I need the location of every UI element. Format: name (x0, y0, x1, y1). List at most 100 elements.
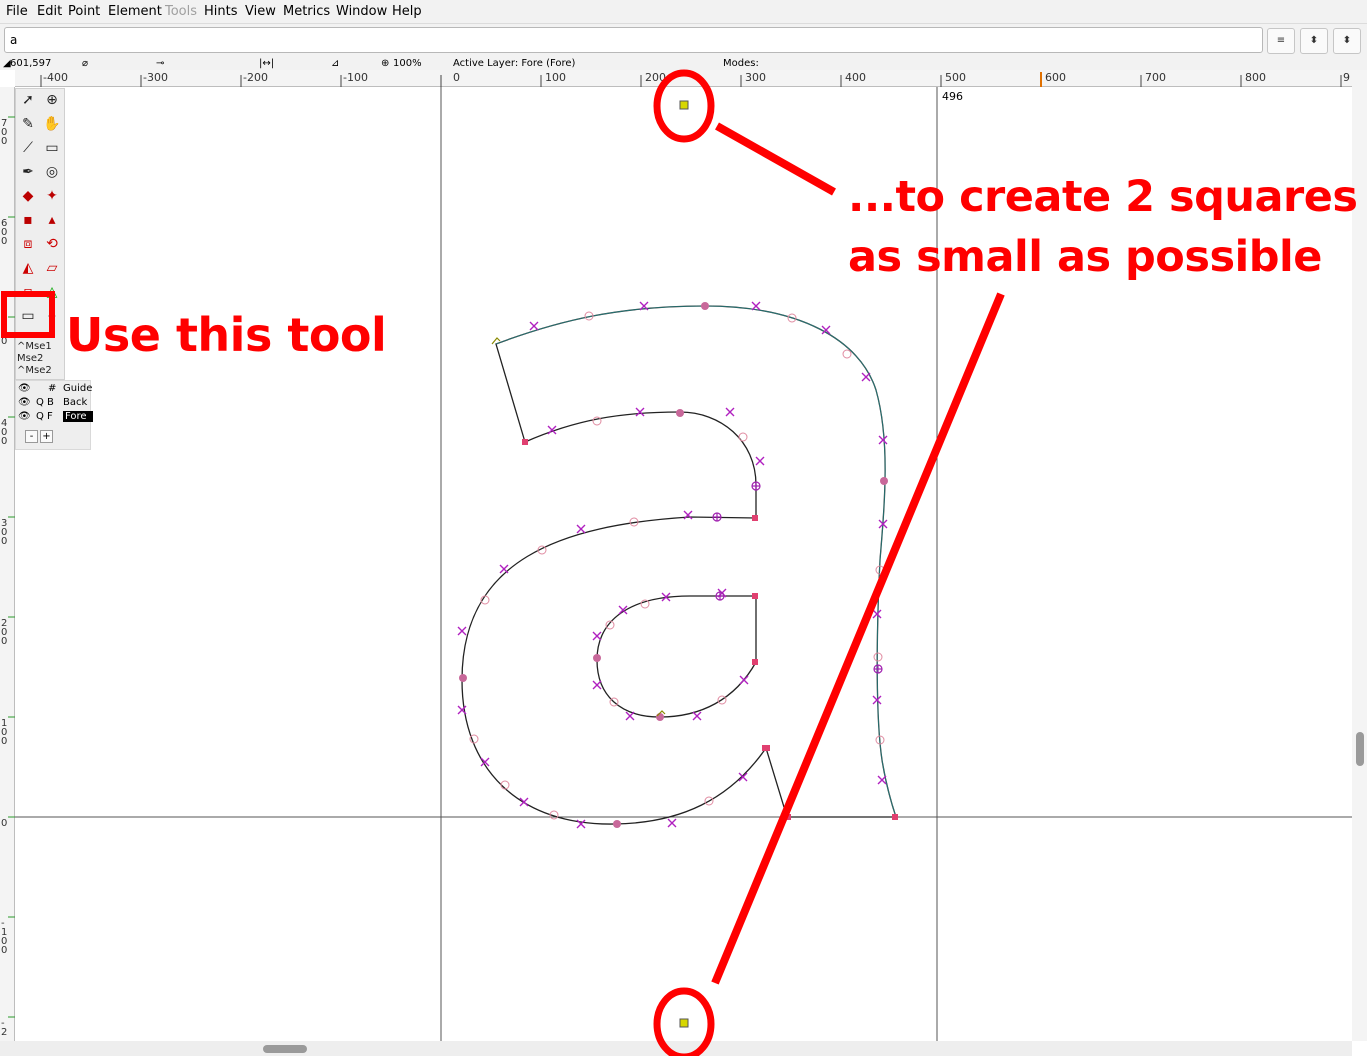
layers-panel: 👁 # Guide 👁 Q B Back 👁 Q F Fore - + (15, 380, 93, 450)
star-tool-icon[interactable]: ◊ (41, 305, 63, 327)
skew-tool-icon[interactable]: ▱ (41, 257, 63, 279)
width-icon: |↔| (259, 58, 275, 69)
eye-icon[interactable]: 👁 (18, 383, 31, 394)
vertical-scroll-thumb[interactable] (1356, 732, 1364, 766)
layer-name: Back (63, 397, 88, 408)
zoom-readout: 100% (393, 58, 422, 69)
previous-glyph-button[interactable]: ⬍ (1300, 28, 1328, 54)
curve-point-icon[interactable]: ◆ (17, 185, 39, 207)
ruler-label: -400 (43, 71, 68, 84)
menu-edit[interactable]: Edit (37, 4, 62, 19)
horizontal-ruler: -400 -300 -200 -100 0 100 200 300 400 50… (15, 70, 1352, 87)
ruler-label: -100 (1, 918, 8, 956)
tool-palette: ➚ ⊕ ✎ ✋ ⟋ ▭ ✒ ◎ ◆ ✦ ▪ ▴ ⧈ ⟲ ◭ ▱ ▫ △ ▭ ◊ … (15, 88, 65, 380)
mouse1-label: ^Mse1 (17, 341, 52, 352)
remove-layer-button[interactable]: - (25, 430, 38, 443)
menu-view[interactable]: View (245, 4, 276, 19)
layer-name: Fore (63, 411, 93, 422)
ruler-label: 600 (1, 218, 8, 247)
flip-tool-icon[interactable]: ◭ (17, 257, 39, 279)
rectangle-tool-icon[interactable]: ▭ (17, 305, 39, 327)
ruler-label: 9 (1343, 71, 1350, 84)
ruler-label: 200 (645, 71, 666, 84)
glyph-name-input[interactable] (4, 27, 1263, 53)
info-bar: ◢ 601,597 ⌀ ⊸ |↔| ⊿ ⊕ 100% Active Layer:… (0, 58, 1367, 70)
menu-bar: File Edit Point Element Tools Hints View… (0, 0, 1367, 24)
layer-mark: Q B (36, 397, 54, 408)
annotation-use-tool: Use this tool (66, 308, 387, 362)
next-glyph-button[interactable]: ⬍ (1333, 28, 1361, 54)
ruler-label: 300 (1, 518, 8, 547)
advance-width-label: 496 (942, 90, 963, 103)
corner-point-icon[interactable]: ▪ (17, 209, 39, 231)
ruler-label: 800 (1245, 71, 1266, 84)
layer-mark: # (48, 383, 57, 394)
eye-icon[interactable]: 👁 (18, 397, 31, 408)
ruler-label: 700 (1, 118, 8, 147)
menu-window[interactable]: Window (336, 4, 387, 19)
coordinates-readout: 601,597 (10, 58, 52, 69)
glyph-outline-drawing (15, 87, 1352, 1041)
ruler-label: -2 (1, 1018, 8, 1038)
menu-tools[interactable]: Tools (165, 4, 197, 19)
list-button[interactable]: ≡ (1267, 28, 1295, 54)
ruler-label: 500 (1, 318, 8, 347)
ruler-label: 400 (845, 71, 866, 84)
menu-point[interactable]: Point (68, 4, 100, 19)
scale-tool-icon[interactable]: ⧈ (17, 233, 39, 255)
glyph-canvas[interactable]: 496 (15, 87, 1352, 1041)
angle-icon: ⊿ (331, 58, 340, 69)
pen-tool-icon[interactable]: ✒ (17, 161, 39, 183)
layer-back[interactable]: 👁 Q B Back (18, 397, 90, 410)
pointer-tool-icon[interactable]: ➚ (17, 89, 39, 111)
rotate-tool-icon[interactable]: ⟲ (41, 233, 63, 255)
ruler-label: 300 (745, 71, 766, 84)
3d-rotate-icon[interactable]: ▫ (17, 281, 39, 303)
annotation-line-1: ...to create 2 squares (848, 172, 1358, 222)
menu-metrics[interactable]: Metrics (283, 4, 330, 19)
glyph-toolbar: ≡ ⬍ ⬍ (0, 24, 1367, 58)
menu-element[interactable]: Element (108, 4, 162, 19)
mouse2-label: Mse2 (17, 353, 44, 364)
eye-icon[interactable]: 👁 (18, 411, 31, 422)
horizontal-scroll-thumb[interactable] (263, 1045, 307, 1053)
mouse2-ctrl-label: ^Mse2 (17, 365, 52, 376)
menu-help[interactable]: Help (392, 4, 422, 19)
freehand-tool-icon[interactable]: ✎ (17, 113, 39, 135)
annotation-line-2: as small as possible (848, 232, 1322, 282)
ruler-label: -300 (143, 71, 168, 84)
ruler-label: 0 (453, 71, 460, 84)
active-layer-label: Active Layer: Fore (Fore) (453, 58, 576, 69)
layer-guide[interactable]: 👁 # Guide (18, 383, 93, 396)
zoom-icon: ⊕ (381, 58, 390, 69)
menu-file[interactable]: File (6, 4, 28, 19)
layer-name: Guide (63, 383, 93, 394)
ruler-tool-icon[interactable]: ▭ (41, 137, 63, 159)
spiro-tool-icon[interactable]: ◎ (41, 161, 63, 183)
tangent-point-icon[interactable]: ▴ (41, 209, 63, 231)
layer-mark: Q F (36, 411, 53, 422)
knife-tool-icon[interactable]: ⟋ (17, 137, 39, 159)
magnify-tool-icon[interactable]: ⊕ (41, 89, 63, 111)
ruler-label: -200 (243, 71, 268, 84)
ruler-label: 700 (1145, 71, 1166, 84)
hv-curve-point-icon[interactable]: ✦ (41, 185, 63, 207)
ruler-label: 100 (545, 71, 566, 84)
ruler-label: 100 (1, 718, 8, 747)
ruler-label: 200 (1, 618, 8, 647)
perspective-tool-icon[interactable]: △ (41, 281, 63, 303)
modes-label: Modes: (723, 58, 759, 69)
scroll-hand-icon[interactable]: ✋ (41, 113, 63, 135)
ruler-label: 500 (945, 71, 966, 84)
ruler-label: -100 (343, 71, 368, 84)
ruler-label: 600 (1045, 71, 1066, 84)
add-layer-button[interactable]: + (40, 430, 53, 443)
horizontal-scrollbar[interactable] (0, 1041, 1352, 1056)
point-icon: ⌀ (82, 58, 89, 69)
ruler-label: 0 (1, 818, 8, 829)
curve-point-icon: ⊸ (156, 58, 165, 69)
vertical-ruler: 700 600 500 400 300 200 100 0 -100 -2 (0, 87, 15, 1043)
layer-fore[interactable]: 👁 Q F Fore (18, 411, 93, 424)
menu-hints[interactable]: Hints (204, 4, 238, 19)
ruler-label: 400 (1, 418, 8, 447)
